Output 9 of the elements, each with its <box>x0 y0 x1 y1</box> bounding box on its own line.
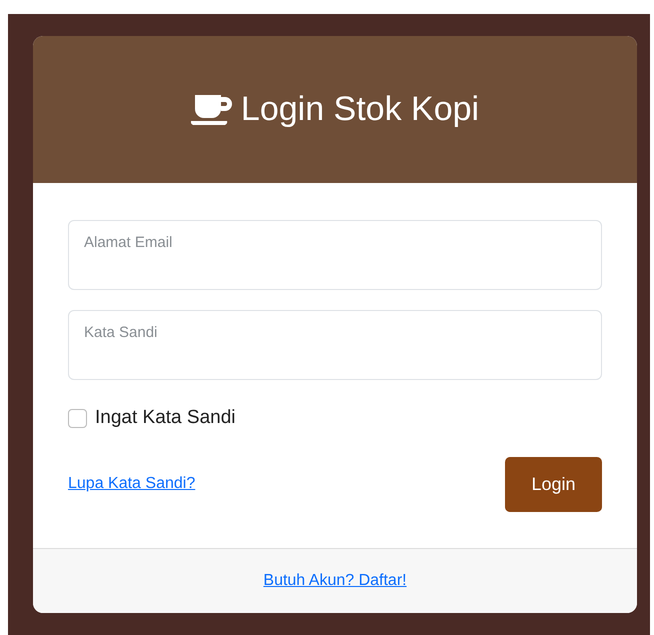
email-field[interactable]: Alamat Email <box>68 220 602 290</box>
forgot-password-link[interactable]: Lupa Kata Sandi? <box>68 472 196 496</box>
login-button[interactable]: Login <box>505 456 602 512</box>
password-field[interactable]: Kata Sandi <box>68 310 602 380</box>
login-title: Login Stok Kopi <box>240 89 480 130</box>
signup-link[interactable]: Butuh Akun? Daftar! <box>263 568 407 592</box>
coffee-cup-icon <box>190 92 233 126</box>
remember-label[interactable]: Ingat Kata Sandi <box>95 404 236 432</box>
remember-checkbox[interactable] <box>68 408 87 428</box>
